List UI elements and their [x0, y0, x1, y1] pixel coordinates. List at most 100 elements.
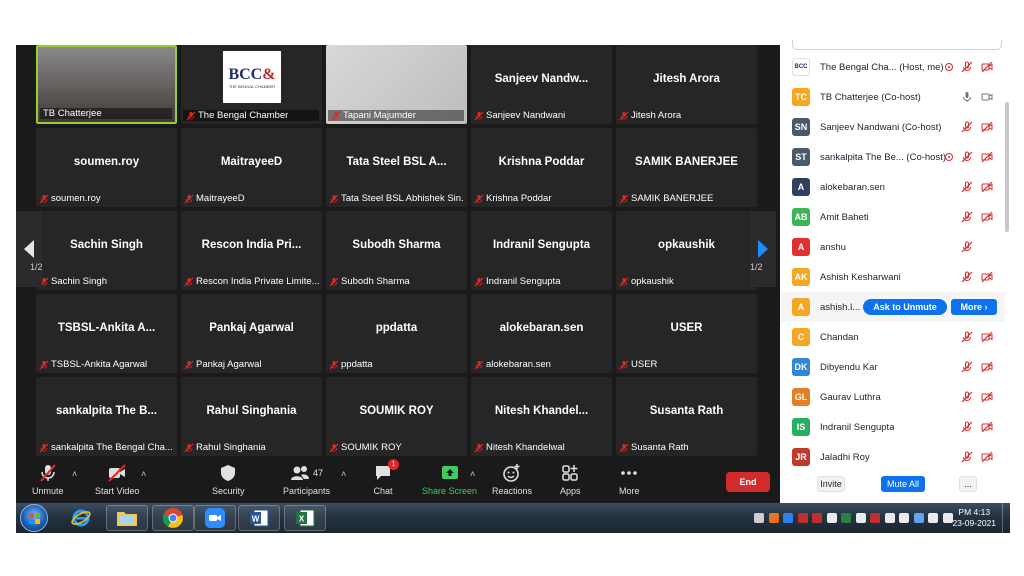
video-tile[interactable]: sankalpita The B... sankalpita The Bengal… [36, 377, 177, 456]
participant-row[interactable]: C Chandan [781, 322, 1005, 352]
ask-to-unmute-button[interactable]: Ask to Unmute [863, 299, 947, 315]
video-tile[interactable]: Rescon India Pri... Rescon India Private … [181, 211, 322, 290]
audio-options-caret[interactable]: ˄ [72, 469, 77, 479]
mute-all-button[interactable]: Mute All [881, 476, 925, 492]
participant-row[interactable]: GL Gaurav Luthra [781, 382, 1005, 412]
tray-app-icon[interactable] [841, 513, 851, 523]
participant-row[interactable]: SN Sanjeev Nandwani (Co-host) [781, 112, 1005, 142]
video-tile[interactable]: Jitesh Arora Jitesh Arora [616, 45, 757, 124]
tray-app-icon[interactable] [928, 513, 938, 523]
video-tile[interactable]: Indranil Sengupta Indranil Sengupta [471, 211, 612, 290]
video-tile[interactable]: opkaushik opkaushik [616, 211, 757, 290]
video-tile[interactable]: Tata Steel BSL A... Tata Steel BSL Abhish… [326, 128, 467, 207]
tray-app-icon[interactable] [754, 513, 764, 523]
participant-row[interactable]: Aalokebaran.sen [781, 172, 1005, 202]
tray-app-icon[interactable] [826, 513, 837, 523]
tile-display-name: sankalpita The B... [56, 405, 157, 417]
tile-name-text: Sachin Singh [51, 276, 107, 287]
taskbar-excel[interactable]: X [284, 505, 326, 531]
tray-app-icon[interactable] [768, 513, 779, 523]
tray-app-icon[interactable] [913, 513, 924, 523]
reactions-button[interactable]: Reactions [492, 463, 532, 496]
participant-status-icons [961, 91, 993, 103]
end-meeting-button[interactable]: End [726, 472, 770, 492]
participant-row[interactable]: DK Dibyendu Kar [781, 352, 1005, 382]
video-tile[interactable]: TSBSL-Ankita A... TSBSL-Ankita Agarwal [36, 294, 177, 373]
chat-button[interactable]: 1 Chat [373, 459, 399, 496]
participant-more-button[interactable]: More › [951, 299, 997, 315]
tile-name-text: alokebaran.sen [486, 359, 551, 370]
next-page-button[interactable] [750, 211, 776, 287]
participant-row[interactable]: AB Amit Baheti [781, 202, 1005, 232]
taskbar-zoom[interactable] [194, 505, 236, 531]
security-label: Security [212, 486, 245, 496]
video-tile[interactable]: Susanta Rath Susanta Rath [616, 377, 757, 456]
taskbar-clock[interactable]: PM 4:13 23-09-2021 [953, 507, 996, 529]
tray-app-icon[interactable] [870, 513, 880, 523]
video-tile[interactable]: USER USER [616, 294, 757, 373]
taskbar-file-explorer[interactable] [106, 505, 148, 531]
participant-name: Gaurav Luthra [820, 391, 881, 403]
participants-options-caret[interactable]: ˄ [341, 469, 346, 479]
video-tile[interactable]: Tapani Majumder [326, 45, 467, 124]
tray-app-icon[interactable] [783, 513, 793, 523]
video-tile[interactable]: Rahul Singhania Rahul Singhania [181, 377, 322, 456]
video-tile[interactable]: Subodh Sharma Subodh Sharma [326, 211, 467, 290]
share-options-caret[interactable]: ˄ [470, 469, 475, 479]
chevron-left-icon [24, 240, 34, 258]
video-tile[interactable]: MaitrayeeD MaitrayeeD [181, 128, 322, 207]
video-tile[interactable]: ppdatta ppdatta [326, 294, 467, 373]
start-video-button[interactable]: Start Video [95, 463, 139, 496]
unmute-button[interactable]: Unmute [32, 463, 64, 496]
show-desktop-button[interactable] [1002, 503, 1010, 533]
video-tile[interactable]: Sachin Singh Sachin Singh [36, 211, 177, 290]
unmute-label: Unmute [32, 486, 64, 496]
tile-display-name: SOUMIK ROY [359, 405, 434, 417]
previous-page-button[interactable] [16, 211, 42, 287]
participants-scrollbar[interactable] [1005, 102, 1009, 232]
participant-search-input[interactable] [792, 40, 1002, 50]
apps-button[interactable]: Apps [560, 463, 581, 496]
video-tile[interactable]: Sanjeev Nandw... Sanjeev Nandwani [471, 45, 612, 124]
tray-app-icon[interactable] [797, 513, 808, 523]
word-icon: W [250, 509, 269, 527]
participant-row[interactable]: ST sankalpita The Be... (Co-host) [781, 142, 1005, 172]
participant-row[interactable]: IS Indranil Sengupta [781, 412, 1005, 442]
taskbar-word[interactable]: W [238, 505, 280, 531]
start-button[interactable] [20, 504, 48, 532]
video-tile[interactable]: Pankaj Agarwal Pankaj Agarwal [181, 294, 322, 373]
participant-row[interactable]: TC TB Chatterjee (Co-host) [781, 82, 1005, 112]
security-button[interactable]: Security [212, 463, 245, 496]
taskbar-internet-explorer[interactable] [60, 505, 102, 531]
taskbar-chrome[interactable] [152, 505, 194, 531]
avatar: BCC [792, 58, 810, 76]
participant-row[interactable]: Aashish.l... Ask to Unmute More › [781, 292, 1005, 322]
share-screen-button[interactable]: Share Screen [422, 463, 477, 496]
video-tile[interactable]: SAMIK BANERJEE SAMIK BANERJEE [616, 128, 757, 207]
video-tile[interactable]: BCC& THE BENGAL CHAMBER The Bengal Chamber [181, 45, 322, 124]
video-tile[interactable]: soumen.roy soumen.roy [36, 128, 177, 207]
tile-display-name: opkaushik [658, 239, 715, 251]
tray-app-icon[interactable] [855, 513, 866, 523]
video-options-caret[interactable]: ˄ [141, 469, 146, 479]
more-button[interactable]: More [619, 463, 640, 496]
start-video-label: Start Video [95, 486, 140, 496]
invite-button[interactable]: Invite [817, 476, 845, 492]
participants-button[interactable]: 47 Participants [283, 463, 330, 496]
tray-app-icon[interactable] [899, 513, 909, 523]
participant-row[interactable]: JR Jaladhi Roy [781, 442, 1005, 472]
video-tile[interactable]: alokebaran.sen alokebaran.sen [471, 294, 612, 373]
participant-row[interactable]: Aanshu [781, 232, 1005, 262]
tray-app-icon[interactable] [942, 513, 953, 523]
video-tile[interactable]: Krishna Poddar Krishna Poddar [471, 128, 612, 207]
participant-row[interactable]: AK Ashish Kesharwani [781, 262, 1005, 292]
video-tile[interactable]: SOUMIK ROY SOUMIK ROY [326, 377, 467, 456]
video-tile[interactable]: TB Chatterjee [36, 45, 177, 124]
video-tile[interactable]: Nitesh Khandel... Nitesh Khandelwal [471, 377, 612, 456]
participants-panel: BCC The Bengal Cha... (Host, me) TC TB Chat… [781, 40, 1010, 503]
panel-more-button[interactable]: ... [959, 476, 977, 492]
tray-app-icon[interactable] [884, 513, 895, 523]
participant-row[interactable]: BCC The Bengal Cha... (Host, me) [781, 52, 1005, 82]
tray-app-icon[interactable] [812, 513, 822, 523]
avatar: A [792, 298, 810, 316]
